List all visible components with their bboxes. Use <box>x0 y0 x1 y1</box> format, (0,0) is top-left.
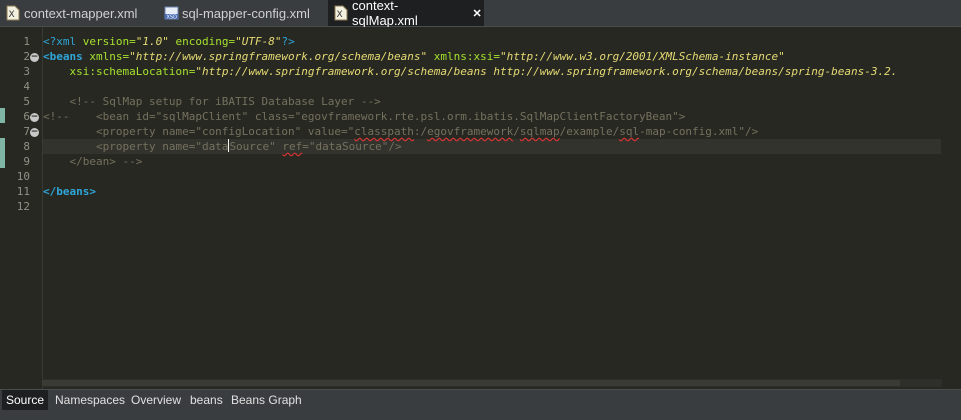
code-line-3: xsi:schemaLocation="http://www.springfra… <box>43 64 898 79</box>
code-line-1: <?xml version="1.0" encoding="UTF-8"?> <box>43 34 295 49</box>
attr-value: "1.0" <box>135 35 169 48</box>
xml-file-icon: X <box>6 5 20 21</box>
tab-overview[interactable]: Overview <box>127 390 185 409</box>
attr-name: version= <box>76 35 136 48</box>
svg-text:X: X <box>9 10 15 20</box>
tab-context-mapper[interactable]: X context-mapper.xml <box>0 0 150 26</box>
attr-value: "http://www.springframework.org/schema/b… <box>195 65 898 78</box>
scrollbar-thumb[interactable] <box>42 380 900 386</box>
attr-value: "http://www.w3.org/2001/XMLSchema-instan… <box>499 50 785 63</box>
text: Source" <box>229 140 283 153</box>
tag-name: <beans <box>43 50 83 63</box>
code-area[interactable]: <?xml version="1.0" encoding="UTF-8"?> <… <box>43 27 961 377</box>
line-number: 11 <box>16 185 30 198</box>
code-line-2: <beans xmlns="http://www.springframework… <box>43 49 785 64</box>
svg-text:X: X <box>337 10 343 20</box>
editor-tab-bar: X context-mapper.xml XSD sql-mapper-conf… <box>0 0 961 28</box>
line-number: 7 <box>23 125 30 138</box>
line-number: 12 <box>16 200 30 213</box>
line-number-gutter: 1 2 3 4 5 6 7 8 9 10 11 12 − − − <box>0 27 43 389</box>
code-line-5: <!-- SqlMap setup for iBATIS Database La… <box>43 95 381 108</box>
line-number: 10 <box>16 170 30 183</box>
text: /example/ <box>559 125 620 138</box>
tab-namespaces[interactable]: Namespaces <box>51 390 129 409</box>
attr-value: "UTF-8" <box>235 35 282 48</box>
editor-page-tabs: Source Namespaces Overview beans Beans G… <box>0 389 961 420</box>
fold-collapse-icon[interactable]: − <box>30 128 39 137</box>
text: :/ <box>413 125 428 138</box>
code-line-9: </bean> --> <box>43 155 143 168</box>
text: <property name="configLocation" value=" <box>43 125 355 138</box>
text: ="dataSource"/> <box>302 140 402 153</box>
tab-label: context-mapper.xml <box>24 5 138 21</box>
tab-source[interactable]: Source <box>2 390 49 410</box>
line-number: 3 <box>23 65 30 78</box>
spelling-error: egovframework <box>427 125 514 138</box>
attr-name: xmlns= <box>82 50 130 63</box>
tab-context-sqlmap[interactable]: X context-sqlMap.xml ✕ <box>328 0 484 28</box>
line-number: 6 <box>23 110 30 123</box>
xml-config-file-icon: XSD <box>164 5 179 21</box>
text: -map-config.xml"/> <box>639 125 759 138</box>
spelling-error: ref <box>282 140 303 153</box>
text-cursor <box>228 139 230 152</box>
tab-beans[interactable]: beans <box>186 390 227 409</box>
pi-open: <?xml <box>43 35 77 48</box>
line-number: 9 <box>23 155 30 168</box>
line-number: 5 <box>23 95 30 108</box>
horizontal-scrollbar[interactable] <box>42 379 942 387</box>
attr-name: encoding= <box>168 35 236 48</box>
tab-label: sql-mapper-config.xml <box>182 5 310 21</box>
svg-text:XSD: XSD <box>167 15 178 21</box>
tab-label: context-sqlMap.xml <box>352 0 418 28</box>
attr-name: xmlns:xsi= <box>427 50 500 63</box>
xml-source-editor[interactable]: 1 2 3 4 5 6 7 8 9 10 11 12 − − − <?xml v… <box>0 27 961 389</box>
spelling-error: sql <box>619 125 640 138</box>
attr-name: xsi:schemaLocation= <box>69 65 196 78</box>
code-line-11: </beans> <box>43 185 96 198</box>
tab-beans-graph[interactable]: Beans Graph <box>227 390 306 409</box>
code-line-6: <!-- <bean id="sqlMapClient" class="egov… <box>43 110 686 123</box>
xml-file-icon: X <box>334 5 348 21</box>
code-line-8: <property name="dataSource" ref="dataSou… <box>43 139 402 154</box>
code-line-7: <property name="configLocation" value="c… <box>43 124 758 139</box>
text: <property name="data <box>43 140 229 153</box>
pi-close: ?> <box>281 35 295 48</box>
line-number: 1 <box>23 35 30 48</box>
tab-sql-mapper-config[interactable]: XSD sql-mapper-config.xml <box>158 0 326 26</box>
line-number: 4 <box>23 80 30 93</box>
close-icon[interactable]: ✕ <box>470 6 484 20</box>
line-number: 8 <box>23 140 30 153</box>
spelling-error: sqlmap <box>519 125 560 138</box>
spelling-error: classpath <box>354 125 414 138</box>
fold-collapse-icon[interactable]: − <box>30 113 39 122</box>
text: / <box>513 125 520 138</box>
line-number: 2 <box>23 50 30 63</box>
fold-collapse-icon[interactable]: − <box>30 53 39 62</box>
attr-value: "http://www.springframework.org/schema/b… <box>129 50 428 63</box>
